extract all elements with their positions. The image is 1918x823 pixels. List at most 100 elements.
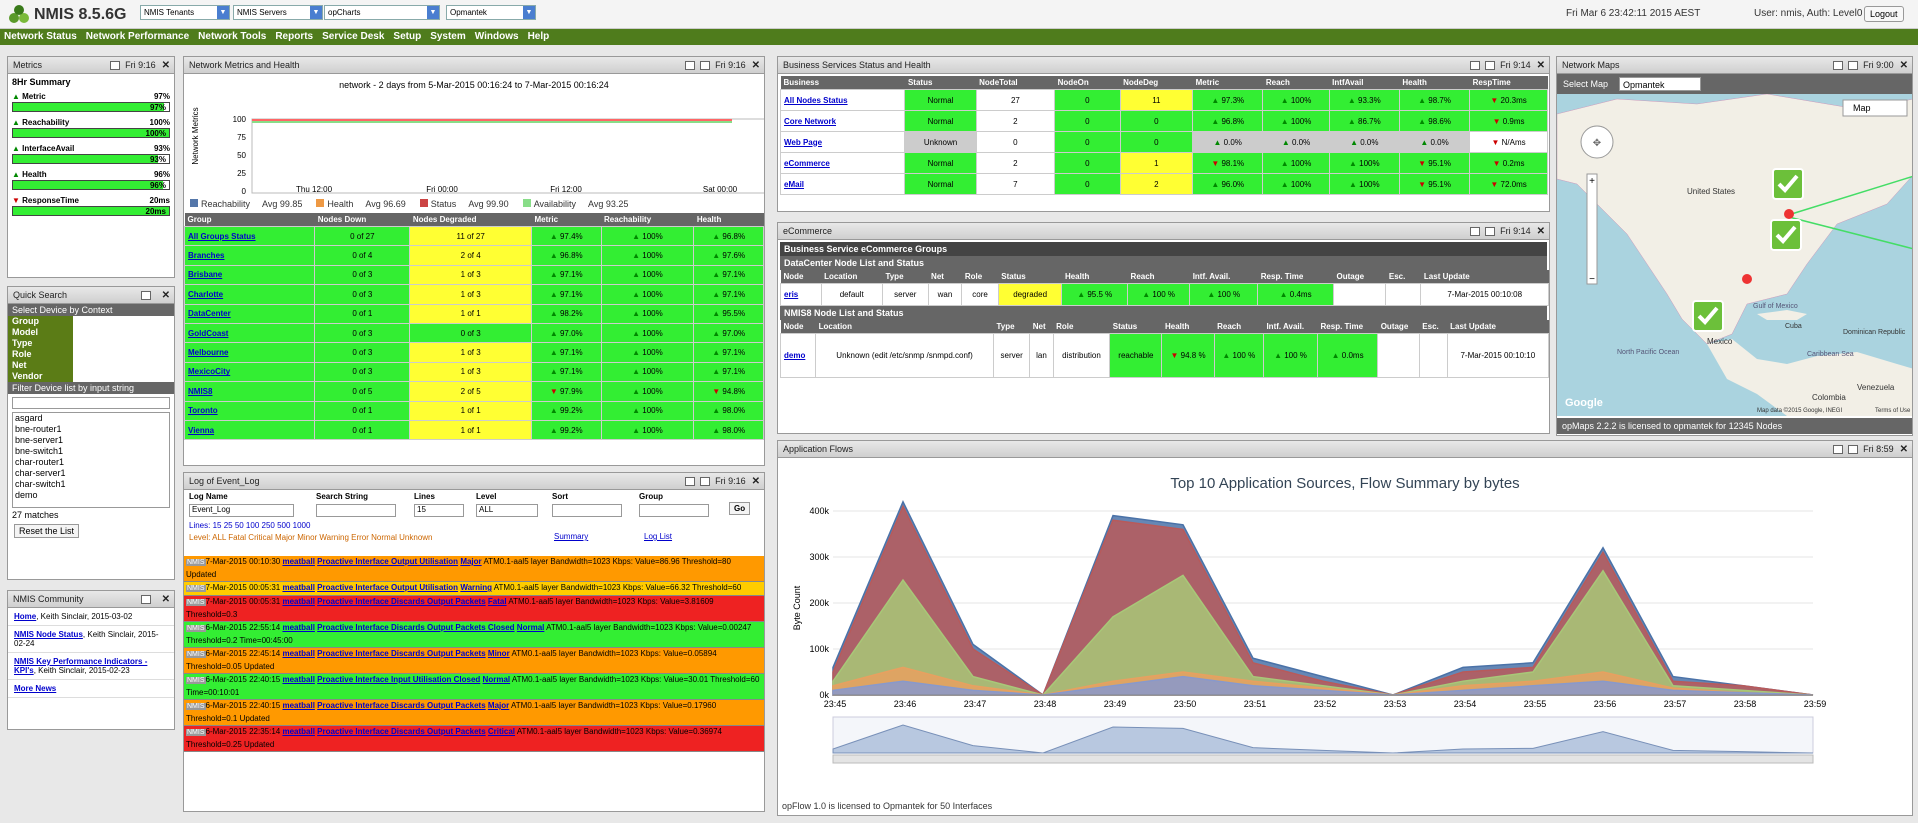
news-link[interactable]: Home [14, 612, 36, 621]
device-item[interactable]: bne-switch1 [15, 446, 169, 457]
log-list-link[interactable]: Log List [644, 532, 672, 541]
event-name-link[interactable]: Proactive Interface Input Utilisation Cl… [317, 675, 480, 684]
context-item[interactable]: Vendor [8, 371, 73, 382]
event-name-link[interactable]: Proactive Interface Output Utilisation [317, 557, 458, 566]
node-link[interactable]: eris [780, 283, 822, 306]
menu-system[interactable]: System [430, 29, 466, 45]
node-status-ok-icon[interactable] [1772, 168, 1804, 200]
popout-icon[interactable] [140, 291, 151, 301]
group-link[interactable]: GoldCoast [184, 322, 316, 344]
service-link[interactable]: eCommerce [779, 152, 906, 174]
service-link[interactable]: Core Network [779, 110, 906, 132]
event-level-link[interactable]: Major [488, 701, 509, 710]
close-icon[interactable]: ✕ [1900, 60, 1908, 71]
refresh-icon[interactable] [1485, 227, 1496, 237]
close-icon[interactable]: ✕ [1537, 60, 1545, 71]
module-select[interactable]: opCharts ▼ [324, 5, 440, 20]
group-link[interactable]: DataCenter [184, 303, 316, 324]
popout-icon[interactable] [140, 595, 151, 605]
context-item[interactable]: Role [8, 349, 73, 360]
tenant-select[interactable]: NMIS Tenants ▼ [140, 5, 230, 20]
refresh-icon[interactable] [1848, 61, 1859, 71]
device-list[interactable]: asgard bne-router1 bne-server1 bne-switch1 c… [12, 412, 170, 508]
menu-help[interactable]: Help [528, 29, 550, 45]
event-node-link[interactable]: meatball [282, 701, 314, 710]
group-link[interactable]: Melbourne [184, 342, 316, 363]
metric-name[interactable]: Health [12, 170, 46, 179]
popout-icon[interactable] [1833, 445, 1844, 455]
device-item[interactable]: char-server1 [15, 468, 169, 479]
group-link[interactable]: All Groups Status [184, 225, 316, 247]
group-link[interactable]: Charlotte [184, 284, 316, 305]
network-map[interactable]: ✥ + − Map Gulf of Mexico Mexico Venezuel… [1557, 93, 1913, 416]
menu-service-desk[interactable]: Service Desk [322, 29, 384, 45]
event-level-link[interactable]: Critical [488, 727, 515, 736]
event-node-link[interactable]: meatball [282, 557, 314, 566]
group-link[interactable]: Toronto [184, 400, 316, 421]
lines-select[interactable]: 15 [414, 504, 464, 517]
context-item[interactable]: Model [8, 327, 73, 338]
popout-icon[interactable] [1470, 227, 1481, 237]
menu-windows[interactable]: Windows [475, 29, 519, 45]
log-name-select[interactable]: Event_Log [189, 504, 294, 517]
group-link[interactable]: Branches [184, 245, 316, 266]
menu-network-performance[interactable]: Network Performance [86, 29, 189, 45]
event-level-link[interactable]: Major [460, 557, 481, 566]
go-button[interactable]: Go [729, 502, 751, 515]
map-marker-icon[interactable] [1784, 209, 1794, 219]
refresh-icon[interactable] [1485, 61, 1496, 71]
servers-select[interactable]: NMIS Servers ▼ [233, 5, 323, 20]
service-link[interactable]: All Nodes Status [779, 89, 906, 111]
close-icon[interactable]: ✕ [1900, 444, 1908, 455]
metric-name[interactable]: Metric [12, 92, 46, 101]
group-select[interactable] [639, 504, 709, 517]
map-marker-icon[interactable] [1742, 274, 1752, 284]
event-name-link[interactable]: Proactive Interface Discards Output Pack… [317, 597, 486, 606]
service-link[interactable]: Web Page [779, 131, 906, 153]
metric-name[interactable]: InterfaceAvail [12, 144, 74, 153]
event-level-link[interactable]: Fatal [488, 597, 507, 606]
menu-reports[interactable]: Reports [275, 29, 313, 45]
close-icon[interactable]: ✕ [752, 60, 760, 71]
event-name-link[interactable]: Proactive Interface Output Utilisation [317, 583, 458, 592]
logout-button[interactable]: Logout [1864, 6, 1904, 22]
context-item[interactable]: Net [8, 360, 73, 371]
map-select[interactable]: Opmantek [1619, 77, 1701, 91]
device-item[interactable]: asgard [15, 413, 169, 424]
popout-icon[interactable] [685, 477, 696, 487]
menu-network-status[interactable]: Network Status [4, 29, 77, 45]
close-icon[interactable]: ✕ [162, 290, 170, 301]
event-node-link[interactable]: meatball [282, 583, 314, 592]
node-status-ok-icon[interactable] [1692, 300, 1724, 332]
popout-icon[interactable] [1470, 61, 1481, 71]
event-level-link[interactable]: Normal [517, 623, 545, 632]
menu-setup[interactable]: Setup [393, 29, 421, 45]
event-node-link[interactable]: meatball [282, 727, 314, 736]
group-link[interactable]: Vienna [184, 419, 316, 441]
event-level-link[interactable]: Warning [460, 583, 492, 592]
sort-select[interactable] [552, 504, 622, 517]
context-item[interactable]: Group [8, 316, 73, 327]
refresh-icon[interactable] [700, 477, 711, 487]
company-select[interactable]: Opmantek ▼ [446, 5, 536, 20]
service-link[interactable]: eMail [779, 173, 906, 195]
event-level-link[interactable]: Normal [483, 675, 511, 684]
event-name-link[interactable]: Proactive Interface Discards Output Pack… [317, 727, 486, 736]
event-node-link[interactable]: meatball [282, 597, 314, 606]
navigator-scrollbar[interactable] [832, 754, 1814, 764]
node-status-ok-icon[interactable] [1770, 219, 1802, 251]
device-item[interactable]: char-switch1 [15, 479, 169, 490]
popout-icon[interactable] [110, 61, 121, 71]
popout-icon[interactable] [685, 61, 696, 71]
event-level-link[interactable]: Minor [488, 649, 510, 658]
terms-link[interactable]: Terms of Use [1875, 408, 1911, 414]
device-item[interactable]: demo [15, 490, 169, 501]
zoom-slider[interactable] [1586, 173, 1598, 285]
level-options[interactable]: Level: ALL Fatal Critical Major Minor Wa… [189, 532, 459, 543]
device-item[interactable]: bne-router1 [15, 424, 169, 435]
event-name-link[interactable]: Proactive Interface Discards Output Pack… [317, 701, 486, 710]
close-icon[interactable]: ✕ [162, 60, 170, 71]
refresh-icon[interactable] [1848, 445, 1859, 455]
close-icon[interactable]: ✕ [162, 594, 170, 605]
group-link[interactable]: Brisbane [184, 264, 316, 286]
